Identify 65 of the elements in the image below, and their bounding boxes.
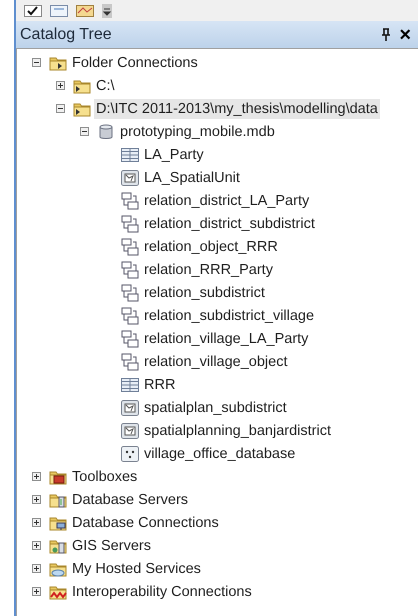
expand-button[interactable] <box>32 518 40 527</box>
map-tool-icon[interactable] <box>76 4 94 16</box>
expand-button[interactable] <box>32 541 40 550</box>
tree-item[interactable]: C:\ <box>94 76 117 96</box>
relationship-icon <box>121 306 139 324</box>
relationship-icon <box>121 214 139 232</box>
tree-item[interactable]: Database Servers <box>70 490 190 510</box>
tree-item[interactable]: relation_district_LA_Party <box>142 190 312 210</box>
pin-icon[interactable] <box>380 28 392 41</box>
server-folder-icon <box>49 492 67 508</box>
tree-item[interactable]: village_office_database <box>142 444 298 464</box>
computer-folder-icon <box>49 514 67 530</box>
tree-item[interactable]: spatialplanning_banjardistrict <box>142 420 334 440</box>
tree-item[interactable]: relation_village_object <box>142 352 290 372</box>
tree-item[interactable]: LA_SpatialUnit <box>142 168 242 188</box>
expand-button[interactable] <box>32 587 40 596</box>
database-icon <box>98 124 114 140</box>
interop-folder-icon <box>49 584 67 600</box>
tree-item[interactable]: relation_subdistrict <box>142 282 267 302</box>
tree-item[interactable]: relation_district_subdistrict <box>142 214 317 234</box>
folder-icon <box>49 54 67 70</box>
relationship-icon <box>121 192 139 210</box>
cloud-folder-icon <box>49 560 67 576</box>
tree-item[interactable]: GIS Servers <box>70 536 153 556</box>
expand-button[interactable] <box>32 495 40 504</box>
checkmark-tool-icon[interactable] <box>24 4 42 16</box>
expand-button[interactable] <box>56 81 64 90</box>
server-folder-icon <box>49 538 67 554</box>
tree-item[interactable]: Toolboxes <box>70 466 140 486</box>
tree-item[interactable]: LA_Party <box>142 144 206 164</box>
expand-button[interactable] <box>32 472 40 481</box>
close-button[interactable]: × <box>396 24 414 44</box>
panel-title: Catalog Tree <box>20 24 113 44</box>
feature-class-icon <box>121 170 139 186</box>
folder-icon <box>73 100 91 116</box>
tree-item[interactable]: RRR <box>142 374 178 394</box>
expand-button[interactable] <box>32 564 40 573</box>
table-icon <box>121 378 139 392</box>
relationship-icon <box>121 330 139 348</box>
window-tool-icon[interactable] <box>50 4 68 16</box>
collapse-button[interactable] <box>32 58 40 67</box>
feature-class-icon <box>121 422 139 438</box>
toolbox-folder-icon <box>49 468 67 484</box>
tree-item[interactable]: Interoperability Connections <box>70 582 254 602</box>
tree-item[interactable]: My Hosted Services <box>70 558 203 578</box>
feature-class-icon <box>121 400 139 416</box>
collapse-button[interactable] <box>80 127 88 136</box>
relationship-icon <box>121 352 139 370</box>
tree-item[interactable]: relation_RRR_Party <box>142 260 275 280</box>
tree-item[interactable]: Database Connections <box>70 512 221 532</box>
tree-item[interactable]: spatialplan_subdistrict <box>142 398 289 418</box>
relationship-icon <box>121 238 139 256</box>
relationship-icon <box>121 260 139 278</box>
folder-icon <box>73 78 91 94</box>
tree-item[interactable]: D:\ITC 2011-2013\my_thesis\modelling\data <box>94 98 380 118</box>
point-feature-icon <box>121 446 139 462</box>
tree-item[interactable]: prototyping_mobile.mdb <box>118 122 277 142</box>
table-icon <box>121 148 139 162</box>
relationship-icon <box>121 284 139 302</box>
tree-item[interactable]: relation_subdistrict_village <box>142 306 316 326</box>
tree-item[interactable]: relation_object_RRR <box>142 236 280 256</box>
dropdown-icon[interactable] <box>102 4 112 18</box>
collapse-button[interactable] <box>56 104 64 113</box>
tree-item[interactable]: relation_village_LA_Party <box>142 328 310 348</box>
tree-item[interactable]: Folder Connections <box>70 52 200 72</box>
